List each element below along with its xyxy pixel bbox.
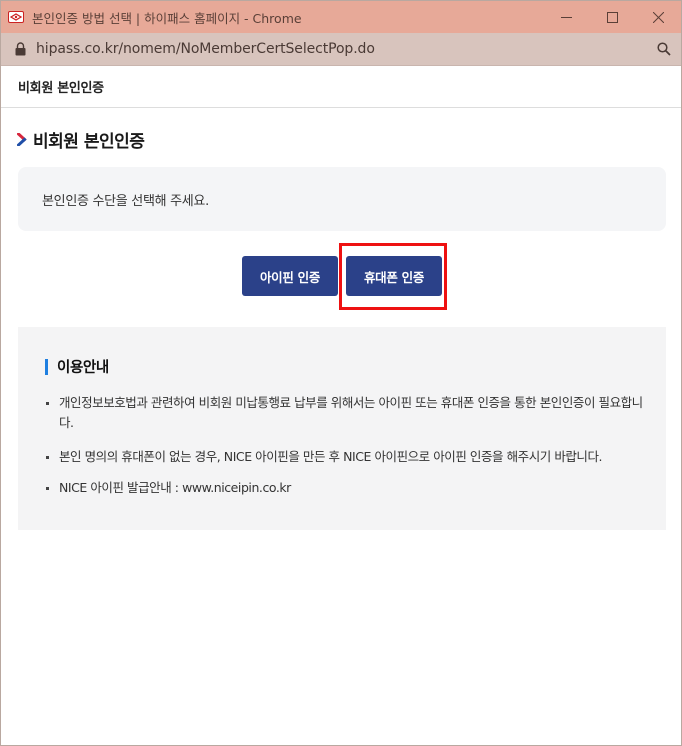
page-title-text: 비회원 본인인증 <box>33 132 145 152</box>
lock-icon[interactable] <box>15 42 26 56</box>
guide-title-text: 이용안내 <box>57 360 109 376</box>
guide-title: 이용안내 <box>45 356 109 377</box>
window-title: 본인인증 방법 선택 | 하이패스 홈페이지 - Chrome <box>32 10 302 26</box>
popup-header-title: 비회원 본인인증 <box>18 81 104 96</box>
url-text[interactable]: hipass.co.kr/nomem/NoMemberCertSelectPop… <box>36 41 375 57</box>
page-title: 비회원 본인인증 <box>17 127 145 152</box>
guide-box: 이용안내 개인정보보호법과 관련하여 비회원 미납통행료 납부를 위해서는 아이… <box>18 327 666 530</box>
notice-text: 본인인증 수단을 선택해 주세요. <box>42 193 209 209</box>
minimize-button[interactable] <box>543 1 589 33</box>
notice-box: 본인인증 수단을 선택해 주세요. <box>18 167 666 231</box>
browser-window: 본인인증 방법 선택 | 하이패스 홈페이지 - Chrome hipass.c… <box>0 0 682 746</box>
phone-auth-button[interactable]: 휴대폰 인증 <box>346 256 442 296</box>
window-controls <box>543 1 681 33</box>
maximize-icon <box>606 11 618 23</box>
close-icon <box>652 11 664 23</box>
popup-header: 비회원 본인인증 <box>1 66 681 108</box>
address-bar[interactable]: hipass.co.kr/nomem/NoMemberCertSelectPop… <box>1 33 681 66</box>
ipin-auth-button[interactable]: 아이핀 인증 <box>242 256 338 296</box>
title-bar: 본인인증 방법 선택 | 하이패스 홈페이지 - Chrome <box>1 1 681 33</box>
zoom-icon[interactable] <box>657 42 671 56</box>
chevron-right-icon <box>17 133 27 146</box>
guide-item: NICE 아이핀 발급안내 : www.niceipin.co.kr <box>45 478 645 498</box>
favicon-icon <box>8 11 24 23</box>
close-button[interactable] <box>635 1 681 33</box>
maximize-button[interactable] <box>589 1 635 33</box>
guide-title-bar <box>45 358 48 375</box>
guide-list: 개인정보보호법과 관련하여 비회원 미납통행료 납부를 위해서는 아이핀 또는 … <box>45 393 645 512</box>
guide-item: 개인정보보호법과 관련하여 비회원 미납통행료 납부를 위해서는 아이핀 또는 … <box>45 393 645 433</box>
guide-item: 본인 명의의 휴대폰이 없는 경우, NICE 아이핀을 만든 후 NICE 아… <box>45 447 645 467</box>
minimize-icon <box>560 16 572 18</box>
